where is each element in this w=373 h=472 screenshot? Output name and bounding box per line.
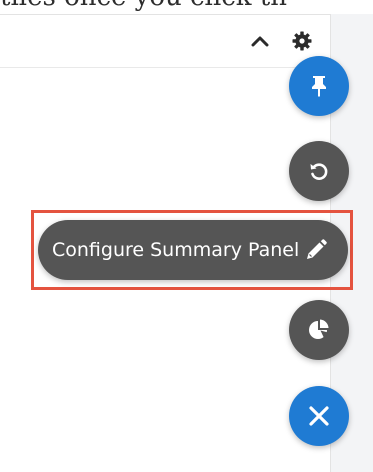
pin-icon bbox=[312, 76, 326, 97]
collapse-button[interactable] bbox=[248, 29, 272, 53]
reset-button[interactable] bbox=[289, 141, 349, 201]
page: tiles once you click th bbox=[0, 0, 373, 472]
reset-icon bbox=[310, 163, 328, 180]
background-text: tiles once you click th bbox=[0, 0, 373, 14]
chevron-up-icon bbox=[251, 36, 269, 47]
pin-button[interactable] bbox=[289, 56, 349, 116]
close-button[interactable] bbox=[289, 386, 349, 446]
gear-icon bbox=[292, 31, 312, 51]
close-icon bbox=[309, 406, 329, 426]
pie-chart-icon bbox=[309, 319, 329, 339]
configure-summary-panel-button[interactable]: Configure Summary Panel bbox=[38, 220, 348, 280]
chart-button[interactable] bbox=[289, 300, 349, 360]
pencil-icon bbox=[304, 238, 328, 262]
configure-summary-panel-label: Configure Summary Panel bbox=[52, 239, 300, 261]
panel-header bbox=[0, 15, 330, 68]
settings-button[interactable] bbox=[290, 29, 314, 53]
